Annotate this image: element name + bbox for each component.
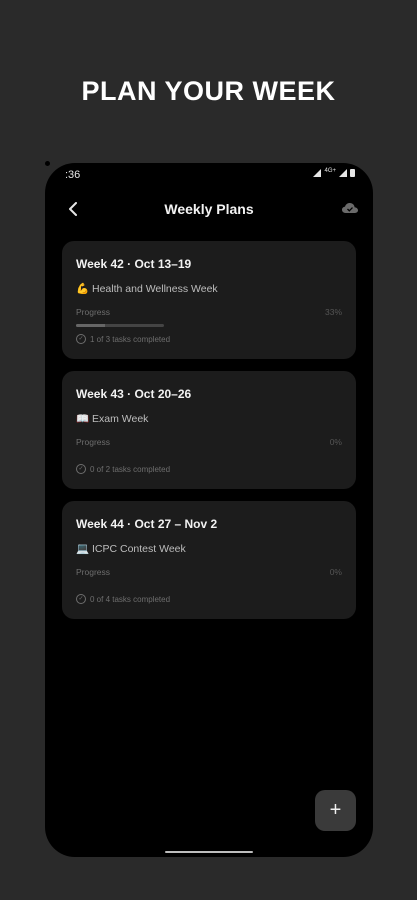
progress-label: Progress: [76, 567, 111, 577]
plan-name-row: 💪 Health and Wellness Week: [76, 282, 218, 295]
tasks-completed: ✓ 0 of 4 tasks completed: [76, 594, 170, 604]
phone-screen: :36 4G+ Weekly Plans Week 42 · Oct 13–19…: [45, 163, 373, 857]
plan-card[interactable]: Week 44 · Oct 27 – Nov 2 💻 ICPC Contest …: [62, 501, 356, 619]
progress-percent: 33%: [324, 307, 342, 317]
plan-name: ICPC Contest Week: [92, 543, 186, 555]
plan-card[interactable]: Week 43 · Oct 20–26 📖 Exam Week Progress…: [62, 371, 356, 489]
home-indicator: [165, 851, 253, 853]
progress-bar: [76, 324, 164, 327]
plan-emoji: 💻: [76, 543, 90, 555]
network-type: 4G+: [324, 168, 336, 174]
plan-title: Week 44 · Oct 27 – Nov 2: [76, 517, 218, 531]
tasks-text: 1 of 3 tasks completed: [90, 334, 171, 344]
status-icons: 4G+: [313, 168, 355, 177]
tasks-text: 0 of 4 tasks completed: [90, 594, 171, 604]
plan-emoji: 💪: [76, 283, 90, 295]
plus-icon: +: [329, 799, 342, 821]
status-bar: :36 4G+: [45, 163, 373, 185]
plan-emoji: 📖: [76, 413, 90, 425]
add-plan-button[interactable]: +: [315, 790, 356, 831]
signal-icon: [313, 169, 322, 177]
plan-name-row: 📖 Exam Week: [76, 412, 148, 425]
check-circle-icon: ✓: [76, 334, 86, 344]
cloud-icon: [342, 203, 358, 213]
plan-name: Health and Wellness Week: [92, 283, 218, 295]
check-circle-icon: ✓: [76, 464, 86, 474]
tasks-completed: ✓ 0 of 2 tasks completed: [76, 464, 170, 474]
progress-label: Progress: [76, 437, 111, 447]
signal-icon-2: [339, 169, 347, 177]
plan-name: Exam Week: [92, 413, 149, 425]
tasks-text: 0 of 2 tasks completed: [90, 464, 171, 474]
plan-title: Week 43 · Oct 20–26: [76, 387, 192, 401]
tasks-completed: ✓ 1 of 3 tasks completed: [76, 334, 170, 344]
progress-label: Progress: [76, 307, 111, 317]
app-bar: Weekly Plans: [45, 193, 373, 227]
plan-card[interactable]: Week 42 · Oct 13–19 💪 Health and Wellnes…: [62, 241, 356, 359]
progress-fill: [76, 324, 106, 327]
check-circle-icon: ✓: [76, 594, 86, 604]
status-time: :36: [65, 169, 81, 181]
page-title: Weekly Plans: [164, 201, 254, 217]
progress-percent: 0%: [329, 567, 342, 577]
battery-icon: [350, 169, 355, 177]
headline: PLAN YOUR WEEK: [81, 76, 336, 106]
plan-name-row: 💻 ICPC Contest Week: [76, 542, 186, 555]
plan-title: Week 42 · Oct 13–19: [76, 257, 192, 271]
cloud-sync-button[interactable]: [341, 201, 359, 217]
progress-percent: 0%: [329, 437, 342, 447]
